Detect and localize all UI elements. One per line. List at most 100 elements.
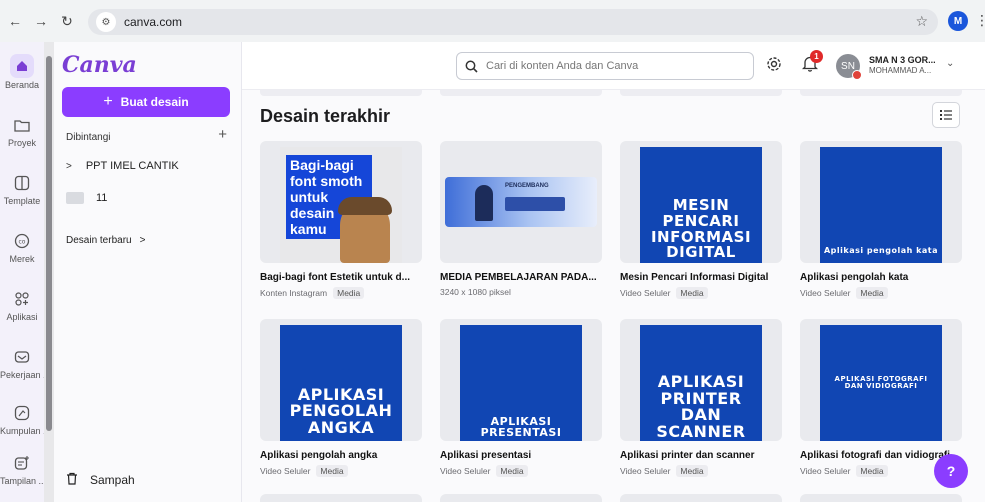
magic-icon — [11, 402, 33, 424]
media-tag: Media — [676, 287, 708, 299]
previous-row-edge — [800, 90, 962, 96]
account-subtitle: MOHAMMAD A... — [869, 66, 932, 75]
design-thumbnail[interactable]: APLIKASI PRESENTASI — [440, 319, 602, 441]
left-rail: Beranda Proyek Template co Merek Aplikas… — [0, 42, 44, 502]
media-tag: Media — [496, 465, 528, 477]
design-type: Video Seluler — [260, 466, 311, 476]
back-icon[interactable]: ← — [4, 10, 26, 32]
bookmark-star-icon[interactable]: ☆ — [915, 13, 928, 30]
rail-label: Kumpulan ... — [0, 426, 44, 436]
rail-label: Pekerjaan ... — [0, 370, 44, 380]
recent-designs-label: Desain terbaru — [66, 235, 132, 246]
thumbnail-text: PENGEMBANG — [505, 183, 549, 189]
panel-item-ppt-folder[interactable]: > PPT IMEL CANTIK — [66, 160, 179, 172]
banner-block — [505, 197, 565, 211]
svg-text:co: co — [19, 239, 26, 246]
notification-badge: 1 — [810, 50, 823, 63]
design-card[interactable]: Bagi-bagi font smoth untuk desain kamu B… — [260, 141, 422, 299]
scrollbar-thumb[interactable] — [46, 56, 52, 431]
design-thumbnail[interactable]: APLIKASI FOTOGRAFI DAN VIDIOGRAFI — [800, 319, 962, 441]
thumbnail-art: PENGEMBANG — [445, 177, 597, 227]
list-view-icon[interactable] — [932, 102, 960, 128]
folder-icon — [66, 192, 84, 204]
rail-item-brand[interactable]: co Merek — [0, 230, 44, 264]
rail-item-home[interactable]: Beranda — [0, 54, 44, 90]
recent-designs-link[interactable]: Desain terbaru > — [66, 235, 145, 246]
next-row-edge — [260, 494, 422, 502]
thumbnail-text: MESIN PENCARI INFORMASI DIGITAL — [640, 147, 762, 263]
rail-scrollbar[interactable] — [44, 42, 54, 502]
previous-row-edge — [440, 90, 602, 96]
design-card[interactable]: APLIKASI FOTOGRAFI DAN VIDIOGRAFI Aplika… — [800, 319, 962, 477]
design-type: Video Seluler — [620, 288, 671, 298]
design-type: Konten Instagram — [260, 288, 328, 298]
design-title[interactable]: Aplikasi pengolah angka — [260, 450, 422, 461]
rail-label: Tampilan ... — [0, 476, 44, 486]
rail-label: Proyek — [7, 138, 36, 148]
design-title[interactable]: Aplikasi printer dan scanner — [620, 450, 782, 461]
rail-item-projects[interactable]: Proyek — [0, 114, 44, 148]
panel-item-folder-11[interactable]: 11 — [66, 192, 107, 204]
media-tag: Media — [856, 287, 888, 299]
forward-icon[interactable]: → — [30, 10, 52, 32]
design-thumbnail[interactable]: APLIKASI PENGOLAH ANGKA — [260, 319, 422, 441]
design-meta: Video Seluler Media — [800, 287, 962, 299]
add-starred-icon[interactable]: + — [218, 126, 227, 143]
browser-profile-avatar[interactable]: M — [948, 11, 968, 31]
design-card[interactable]: APLIKASI PRINTER DAN SCANNER Aplikasi pr… — [620, 319, 782, 477]
rail-item-display[interactable]: Tampilan ... — [0, 452, 44, 486]
apps-icon — [11, 288, 33, 310]
help-button[interactable]: ? — [934, 454, 968, 488]
rail-item-work[interactable]: Pekerjaan ... — [0, 346, 44, 380]
brand-icon: co — [11, 230, 33, 252]
design-meta: Video Seluler Media — [620, 465, 782, 477]
account-name[interactable]: SMA N 3 GOR... — [869, 55, 936, 65]
browser-toolbar: ← → ↻ ⚙ canva.com ☆ M ⋮ — [0, 0, 985, 42]
design-type: Video Seluler — [620, 466, 671, 476]
media-tag: Media — [856, 465, 888, 477]
design-title[interactable]: Mesin Pencari Informasi Digital — [620, 272, 782, 283]
address-bar[interactable]: ⚙ canva.com ☆ — [88, 9, 938, 35]
rail-label: Aplikasi — [6, 312, 38, 322]
design-card[interactable]: MESIN PENCARI INFORMASI DIGITAL Mesin Pe… — [620, 141, 782, 299]
design-title[interactable]: Aplikasi presentasi — [440, 450, 602, 461]
design-thumbnail[interactable]: MESIN PENCARI INFORMASI DIGITAL — [620, 141, 782, 263]
design-type: Video Seluler — [800, 288, 851, 298]
design-card[interactable]: APLIKASI PENGOLAH ANGKA Aplikasi pengola… — [260, 319, 422, 477]
site-info-icon[interactable]: ⚙ — [96, 12, 116, 32]
rail-label: Template — [3, 196, 41, 206]
next-row-edge — [440, 494, 602, 502]
rail-label: Merek — [9, 254, 35, 264]
design-thumbnail[interactable]: PENGEMBANG — [440, 141, 602, 263]
chevron-down-icon[interactable]: ⌄ — [946, 58, 954, 69]
design-title[interactable]: Aplikasi pengolah kata — [800, 272, 962, 283]
design-title[interactable]: Bagi-bagi font Estetik untuk d... — [260, 272, 422, 283]
design-title[interactable]: MEDIA PEMBELAJARAN PADA... — [440, 272, 602, 283]
reload-icon[interactable]: ↻ — [56, 10, 78, 32]
design-card[interactable]: PENGEMBANG MEDIA PEMBELAJARAN PADA... 32… — [440, 141, 602, 297]
thumbnail-art: Bagi-bagi font smoth untuk desain kamu — [280, 147, 402, 263]
design-card[interactable]: APLIKASI PRESENTASI Aplikasi presentasi … — [440, 319, 602, 477]
template-icon — [11, 172, 33, 194]
design-card[interactable]: Aplikasi pengolah kata Aplikasi pengolah… — [800, 141, 962, 299]
design-thumbnail[interactable]: Aplikasi pengolah kata — [800, 141, 962, 263]
design-size: 3240 x 1080 piksel — [440, 287, 511, 297]
create-design-button[interactable]: + Buat desain — [62, 87, 230, 117]
search-input[interactable]: Cari di konten Anda dan Canva — [456, 52, 754, 80]
design-thumbnail[interactable]: Bagi-bagi font smoth untuk desain kamu — [260, 141, 422, 263]
design-thumbnail[interactable]: APLIKASI PRINTER DAN SCANNER — [620, 319, 782, 441]
chevron-right-icon[interactable]: > — [66, 161, 72, 172]
settings-gear-icon[interactable] — [766, 56, 782, 77]
design-type: Video Seluler — [800, 466, 851, 476]
search-icon — [465, 60, 478, 73]
url-text: canva.com — [124, 15, 183, 29]
browser-menu-icon[interactable]: ⋮ — [975, 12, 985, 29]
rail-item-magic[interactable]: Kumpulan ... — [0, 402, 44, 436]
chevron-right-icon: > — [139, 235, 146, 246]
starred-label: Dibintangi — [66, 132, 111, 143]
rail-item-templates[interactable]: Template — [0, 172, 44, 206]
rail-item-apps[interactable]: Aplikasi — [0, 288, 44, 322]
canva-logo[interactable]: Canva — [62, 52, 137, 78]
main-content: Cari di konten Anda dan Canva 1 SN SMA N… — [242, 42, 985, 502]
trash-link[interactable]: Sampah — [66, 472, 135, 488]
